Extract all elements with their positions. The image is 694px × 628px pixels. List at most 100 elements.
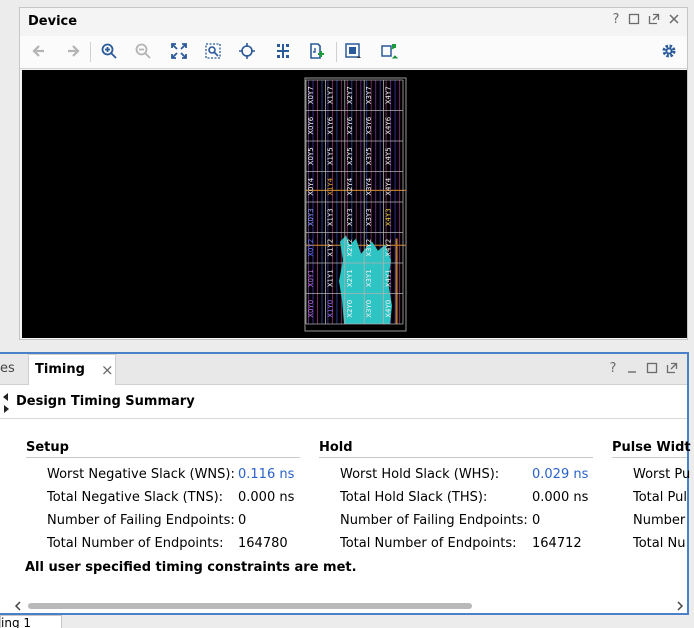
device-title: Device [28, 14, 78, 29]
clock-region-label: X2Y7 [346, 86, 354, 104]
clock-region-label: X1Y2 [326, 239, 334, 257]
tns-label: Total Negative Slack (TNS): [47, 490, 224, 505]
clock-region-label: X2Y4 [346, 177, 354, 196]
clock-region-label: X4Y1 [385, 269, 393, 287]
clock-region-label: X3Y3 [365, 208, 373, 226]
tns-value: 0.000 ns [238, 490, 295, 505]
clock-region-label: X1Y6 [326, 116, 334, 135]
hold-failing-label: Number of Failing Endpoints: [340, 513, 528, 528]
pulse-row-4: Total Nu [633, 536, 686, 551]
clock-region-label: X0Y3 [307, 208, 315, 226]
center-crosshair-icon[interactable] [236, 42, 258, 62]
summary-title: Design Timing Summary [16, 394, 195, 409]
summary-header: Design Timing Summary [0, 386, 687, 419]
clock-region-label: X3Y0 [365, 300, 373, 318]
wns-label: Worst Negative Slack (WNS): [47, 467, 235, 482]
help-icon[interactable]: ? [609, 13, 623, 27]
forward-arrow-icon[interactable] [62, 42, 84, 62]
clock-region-label: X2Y6 [346, 116, 354, 135]
whs-label: Worst Hold Slack (WHS): [340, 467, 500, 482]
ths-value: 0.000 ns [532, 490, 589, 505]
setup-failing-label: Number of Failing Endpoints: [47, 513, 235, 528]
pulse-row-2: Total Pul [633, 490, 687, 505]
clock-region-label: X3Y1 [365, 269, 373, 287]
routing-icon[interactable] [272, 42, 294, 62]
scrollbar-thumb[interactable] [28, 603, 472, 609]
hold-title: Hold [319, 440, 353, 455]
tab-timing-label: Timing [35, 362, 85, 377]
tab-bar: es Timing × ? [0, 354, 687, 385]
clock-region-label: X2Y3 [346, 208, 354, 226]
clock-region-label: X0Y2 [307, 239, 315, 257]
device-toolbar [20, 36, 687, 69]
clock-region-label: X3Y2 [365, 239, 373, 257]
tab-timing[interactable]: Timing × [28, 354, 116, 385]
maximize-icon[interactable] [645, 362, 659, 376]
clock-region-label: X1Y3 [326, 208, 334, 226]
wns-value-link[interactable]: 0.116 ns [238, 467, 294, 482]
pulse-row-3: Number [633, 513, 690, 528]
setup-endpoints-label: Total Number of Endpoints: [47, 536, 224, 551]
device-floorplan[interactable]: X0Y7 X1Y7 X2Y7 X3Y7 X4Y7 X0Y6 X1Y6 X2Y6 X3Y6 X4Y6… [22, 70, 687, 338]
clock-region-label: X1Y1 [326, 269, 334, 287]
clock-region-label: X4Y5 [385, 147, 393, 165]
highlight-icon[interactable] [342, 42, 364, 62]
setup-failing-value: 0 [238, 513, 247, 528]
mark-icon[interactable] [378, 42, 400, 62]
clock-region-label: X1Y4 [326, 177, 334, 196]
clock-region-label: X4Y3 [385, 208, 393, 226]
pulse-width-title: Pulse Widt [612, 440, 691, 455]
back-arrow-icon[interactable] [28, 42, 50, 62]
scroll-right-icon[interactable] [676, 601, 684, 611]
place-cell-icon[interactable] [306, 42, 328, 62]
clock-region-label: X0Y1 [307, 269, 315, 287]
hold-endpoints-value: 164712 [532, 536, 582, 551]
clock-region-label: X4Y2 [385, 239, 393, 257]
clock-region-label: X1Y7 [326, 86, 334, 104]
clock-region-label: X0Y7 [307, 86, 315, 104]
device-panel: Device ? X0Y7 X1Y7 X2Y7 X3Y7 X4Y7 X0Y6 X… [19, 7, 688, 340]
float-icon[interactable] [647, 13, 661, 27]
close-icon[interactable] [667, 13, 681, 27]
setup-endpoints-value: 164780 [238, 536, 288, 551]
minimize-icon[interactable] [627, 13, 641, 27]
clock-region-label: X2Y2 [346, 239, 354, 257]
clock-region-label: X3Y7 [365, 86, 373, 104]
clock-region-label: X3Y6 [365, 116, 373, 135]
float-icon[interactable] [665, 362, 679, 376]
pulse-row-1: Worst Pu [633, 467, 691, 482]
collapse-arrows-icon[interactable] [2, 392, 10, 414]
device-canvas[interactable]: X0Y7 X1Y7 X2Y7 X3Y7 X4Y7 X0Y6 X1Y6 X2Y6 X3Y6 X4Y6… [22, 70, 687, 338]
clock-region-label: X4Y6 [385, 116, 393, 135]
zoom-selection-icon[interactable] [202, 42, 224, 62]
clock-region-label: X1Y0 [326, 300, 334, 318]
routing-line [395, 238, 398, 324]
zoom-out-icon[interactable] [132, 42, 154, 62]
clock-region-label: X0Y4 [307, 177, 315, 196]
whs-value-link[interactable]: 0.029 ns [532, 467, 588, 482]
bottom-tab[interactable]: ing 1 [0, 615, 62, 628]
tab-close-icon[interactable]: × [101, 355, 114, 385]
tab-previous-fragment[interactable]: es [0, 354, 26, 384]
clock-region-label: X3Y4 [365, 177, 373, 196]
clock-region-label: X4Y0 [385, 300, 393, 318]
hold-endpoints-label: Total Number of Endpoints: [340, 536, 517, 551]
ths-label: Total Hold Slack (THS): [340, 490, 488, 505]
status-message: All user specified timing constraints ar… [25, 560, 357, 575]
clock-region-label: X4Y7 [385, 86, 393, 104]
timing-panel: es Timing × ? Design Timing Summary Setu… [0, 352, 691, 615]
minimize-icon[interactable] [625, 362, 639, 376]
gear-icon[interactable] [658, 42, 680, 62]
clock-region-label: X0Y6 [307, 116, 315, 135]
clock-region-label: X3Y5 [365, 147, 373, 165]
horizontal-scrollbar[interactable] [12, 600, 686, 612]
clock-region-label: X2Y0 [346, 300, 354, 318]
clock-region-label: X0Y0 [307, 300, 315, 318]
zoom-in-icon[interactable] [98, 42, 120, 62]
help-icon[interactable]: ? [606, 362, 620, 376]
clock-region-label: X2Y1 [346, 269, 354, 287]
clock-region-label: X2Y5 [346, 147, 354, 165]
scroll-left-icon[interactable] [14, 601, 22, 611]
clock-region-label: X4Y4 [385, 177, 393, 196]
zoom-fit-icon[interactable] [168, 42, 190, 62]
